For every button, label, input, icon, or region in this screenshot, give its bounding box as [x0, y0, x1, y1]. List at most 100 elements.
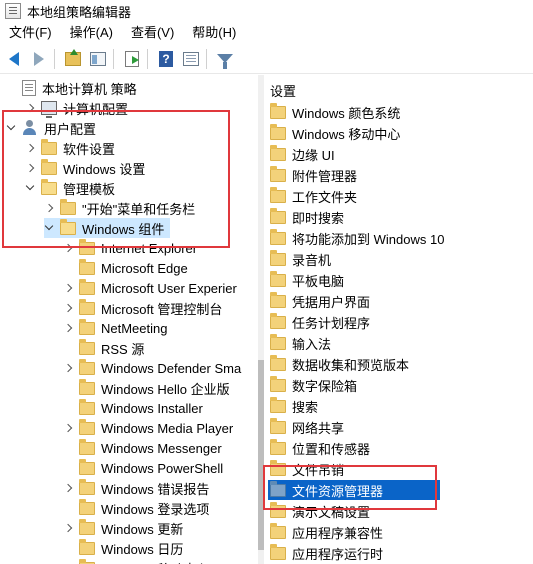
- tree-item[interactable]: Internet Explorer: [63, 238, 197, 258]
- forward-button[interactable]: [28, 48, 50, 70]
- chevron-right-icon[interactable]: [63, 283, 73, 293]
- tree-item[interactable]: Windows Messenger: [63, 438, 222, 458]
- tree-item[interactable]: Windows 日历: [63, 538, 183, 558]
- setting-folder-row[interactable]: 数据收集和预览版本: [268, 354, 530, 374]
- tree-pane[interactable]: 本地计算机 策略 计算机配置用户配置 软件设置 Windows 设置 管理模板 "开始"菜…: [0, 75, 258, 564]
- tree-item[interactable]: 计算机配置: [25, 98, 128, 118]
- tree-item[interactable]: Windows 组件: [44, 218, 171, 238]
- tree-item[interactable]: Windows PowerShell: [63, 458, 223, 478]
- show-hide-tree-icon: [90, 51, 106, 66]
- chevron-right-icon[interactable]: [63, 423, 73, 433]
- tree-item[interactable]: RSS 源: [63, 338, 144, 358]
- setting-folder-row[interactable]: 应用程序兼容性: [268, 522, 530, 542]
- tree-item-label: 用户配置: [44, 121, 97, 137]
- chevron-down-icon[interactable]: [25, 183, 35, 193]
- tree-item[interactable]: Windows 更新: [63, 518, 183, 538]
- tree-item[interactable]: Microsoft Edge: [63, 258, 188, 278]
- setting-folder-label: 应用程序兼容性: [292, 525, 384, 541]
- properties-button[interactable]: [180, 48, 202, 70]
- setting-folder-row[interactable]: 文件资源管理器: [268, 480, 440, 500]
- setting-folder-row[interactable]: 文件吊销: [268, 459, 530, 479]
- tree-item[interactable]: Microsoft User Experier: [63, 278, 237, 298]
- setting-folder-row[interactable]: 应用程序运行时: [268, 543, 530, 563]
- menu-action[interactable]: 操作(A): [61, 22, 122, 44]
- setting-folder-row[interactable]: 边缘 UI: [268, 144, 530, 164]
- up-button[interactable]: [62, 48, 84, 70]
- setting-folder-row[interactable]: 凭据用户界面: [268, 291, 530, 311]
- setting-folder-label: Windows 颜色系统: [292, 105, 401, 121]
- setting-folder-label: 数字保险箱: [292, 378, 358, 394]
- menu-file[interactable]: 文件(F): [0, 22, 61, 44]
- tree-item[interactable]: Windows Installer: [63, 398, 203, 418]
- setting-folder-row[interactable]: Windows 移动中心: [268, 123, 530, 143]
- tree-item[interactable]: "开始"菜单和任务栏: [44, 198, 195, 218]
- export-list-icon: [125, 50, 139, 67]
- toolbar-separator: [206, 48, 207, 69]
- chevron-right-icon[interactable]: [63, 323, 73, 333]
- tree-item-label: NetMeeting: [101, 320, 168, 336]
- tree-item[interactable]: 用户配置: [6, 118, 96, 138]
- setting-folder-row[interactable]: 任务计划程序: [268, 312, 530, 332]
- setting-folder-row[interactable]: 演示文稿设置: [268, 501, 530, 521]
- details-pane[interactable]: 设置 Windows 颜色系统 Windows 移动中心边缘 UI 附件管理器 工作文…: [264, 75, 533, 564]
- chevron-right-icon[interactable]: [63, 483, 73, 493]
- setting-folder-label: Windows 移动中心: [292, 126, 401, 142]
- chevron-right-icon[interactable]: [63, 523, 73, 533]
- chevron-right-icon[interactable]: [25, 103, 35, 113]
- setting-folder-row[interactable]: 即时搜索: [268, 207, 530, 227]
- folder-icon: [79, 238, 95, 255]
- setting-folder-row[interactable]: 网络共享: [268, 417, 530, 437]
- chevron-right-icon[interactable]: [63, 363, 73, 373]
- tree-item[interactable]: Windows Media Player: [63, 418, 233, 438]
- tree-item[interactable]: 管理模板: [25, 178, 115, 198]
- tree-item-label: Windows Installer: [101, 400, 203, 416]
- folder-open-icon: [41, 178, 57, 195]
- tree-item[interactable]: Windows Defender Sma: [63, 358, 241, 378]
- tree-item[interactable]: Windows 登录选项: [63, 498, 209, 518]
- folder-icon: [79, 478, 95, 495]
- setting-folder-row[interactable]: 搜索: [268, 396, 530, 416]
- setting-folder-label: 演示文稿设置: [292, 504, 371, 520]
- chevron-down-icon[interactable]: [44, 223, 54, 233]
- tree-item[interactable]: 软件设置: [25, 138, 115, 158]
- menu-view[interactable]: 查看(V): [122, 22, 183, 44]
- menu-help[interactable]: 帮助(H): [183, 22, 245, 44]
- column-header-settings[interactable]: 设置: [270, 81, 296, 100]
- chevron-right-icon[interactable]: [25, 163, 35, 173]
- tree-item-label: Microsoft 管理控制台: [101, 301, 223, 317]
- setting-folder-row[interactable]: 附件管理器: [268, 165, 530, 185]
- setting-folder-row[interactable]: Windows 颜色系统: [268, 102, 530, 122]
- folder-icon: [270, 396, 286, 413]
- show-hide-tree-button[interactable]: [87, 48, 109, 70]
- chevron-right-icon[interactable]: [63, 303, 73, 313]
- export-list-button[interactable]: [121, 48, 143, 70]
- user-icon: [22, 120, 38, 136]
- setting-folder-row[interactable]: 工作文件夹: [268, 186, 530, 206]
- setting-folder-row[interactable]: 输入法: [268, 333, 530, 353]
- tree-item[interactable]: NetMeeting: [63, 318, 167, 338]
- tree-item[interactable]: Windows 设置: [25, 158, 145, 178]
- chevron-right-icon[interactable]: [44, 203, 54, 213]
- setting-folder-row[interactable]: 录音机: [268, 249, 530, 269]
- tree-item-label: Windows 错误报告: [101, 481, 210, 497]
- filter-button[interactable]: [214, 48, 236, 70]
- tree-item[interactable]: Windows Hello 企业版: [63, 378, 230, 398]
- tree-item[interactable]: Windows 移动中心: [63, 558, 209, 564]
- tree-item[interactable]: 本地计算机 策略: [6, 78, 137, 98]
- toolbar-separator: [147, 48, 148, 69]
- chevron-right-icon[interactable]: [63, 243, 73, 253]
- chevron-right-icon[interactable]: [25, 143, 35, 153]
- setting-folder-row[interactable]: 位置和传感器: [268, 438, 530, 458]
- setting-folder-row[interactable]: 将功能添加到 Windows 10: [268, 228, 530, 248]
- setting-folder-row[interactable]: 数字保险箱: [268, 375, 530, 395]
- back-button[interactable]: [3, 48, 25, 70]
- setting-folder-label: 输入法: [292, 336, 332, 352]
- folder-icon: [79, 278, 95, 295]
- setting-folder-row[interactable]: 平板电脑: [268, 270, 530, 290]
- tree-item-label: RSS 源: [101, 341, 145, 357]
- tree-item[interactable]: Windows 错误报告: [63, 478, 209, 498]
- folder-icon: [41, 158, 57, 175]
- help-button[interactable]: ?: [155, 48, 177, 70]
- chevron-down-icon[interactable]: [6, 123, 16, 133]
- tree-item[interactable]: Microsoft 管理控制台: [63, 298, 222, 318]
